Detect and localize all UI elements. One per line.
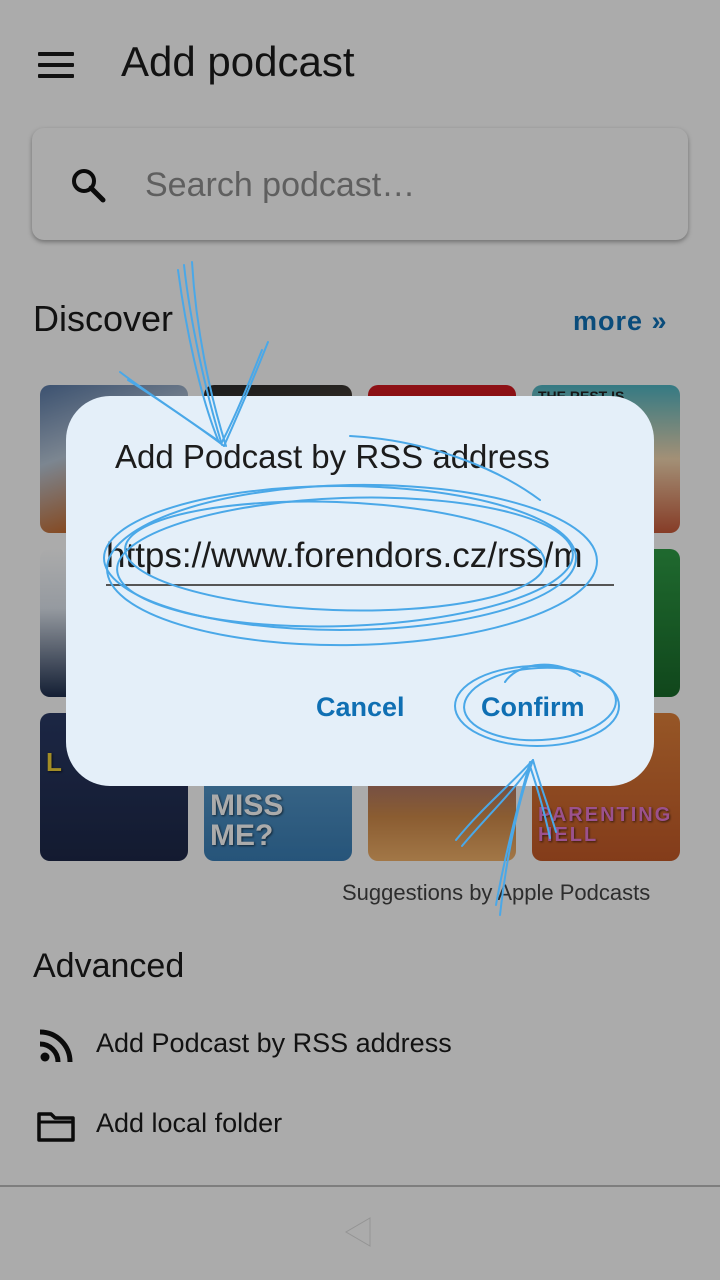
rss-dialog: Add Podcast by RSS address https://www.f… [66, 396, 654, 786]
input-underline [106, 584, 614, 586]
rss-url-value: https://www.forendors.cz/rss/m [106, 536, 583, 575]
confirm-button[interactable]: Confirm [481, 692, 585, 723]
rss-url-input[interactable]: https://www.forendors.cz/rss/m [106, 536, 614, 586]
cancel-button[interactable]: Cancel [316, 692, 405, 723]
dialog-title: Add Podcast by RSS address [115, 438, 550, 475]
